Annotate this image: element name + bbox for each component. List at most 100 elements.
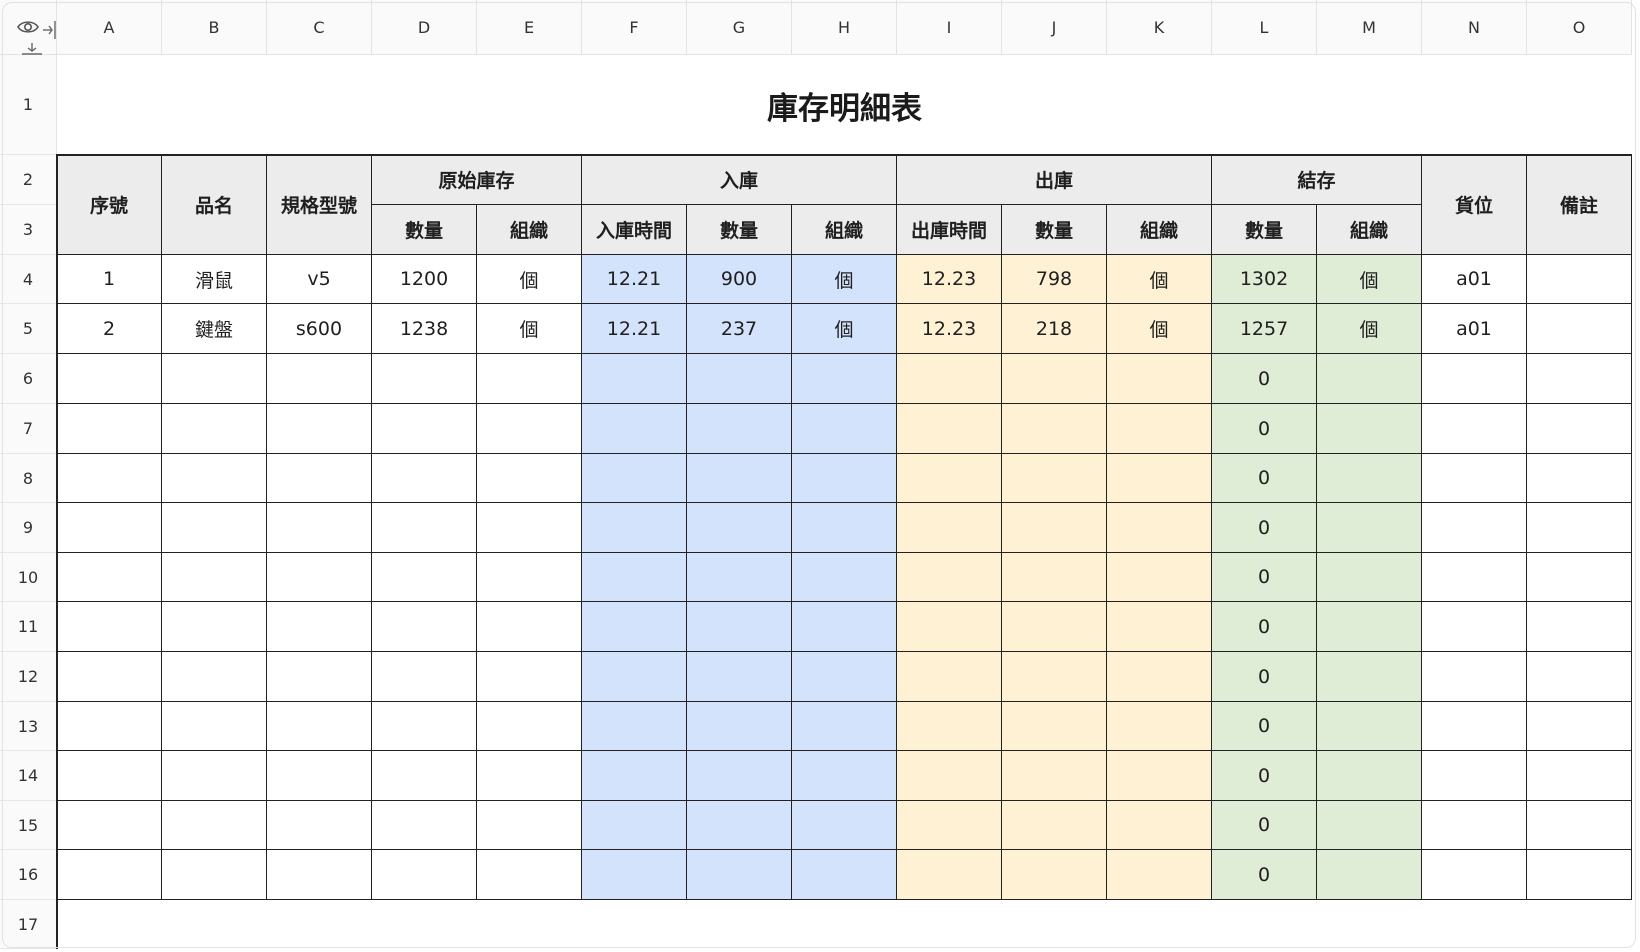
row-header-14[interactable]: 14: [0, 751, 57, 801]
cell-f14[interactable]: [582, 751, 687, 801]
subheader-original-qty[interactable]: 數量: [372, 205, 477, 255]
cell-b13[interactable]: [162, 702, 267, 751]
cell-m5[interactable]: 個: [1317, 304, 1422, 354]
cell-l9[interactable]: 0: [1212, 503, 1317, 553]
cell-a13[interactable]: [57, 702, 162, 751]
header-seq[interactable]: 序號: [57, 155, 162, 255]
cell-l11[interactable]: 0: [1212, 602, 1317, 652]
cell-o13[interactable]: [1527, 702, 1632, 751]
cell-b16[interactable]: [162, 850, 267, 900]
column-header-c[interactable]: C: [267, 0, 372, 55]
cell-b7[interactable]: [162, 404, 267, 454]
cell-j7[interactable]: [1002, 404, 1107, 454]
cell-g15[interactable]: [687, 801, 792, 850]
cell-e12[interactable]: [477, 652, 582, 702]
cell-i11[interactable]: [897, 602, 1002, 652]
cell-h7[interactable]: [792, 404, 897, 454]
cell-b9[interactable]: [162, 503, 267, 553]
cell-n8[interactable]: [1422, 454, 1527, 503]
cell-o16[interactable]: [1527, 850, 1632, 900]
sheet-corner[interactable]: [0, 0, 67, 65]
cell-d5[interactable]: 1238: [372, 304, 477, 354]
cell-f16[interactable]: [582, 850, 687, 900]
cell-g13[interactable]: [687, 702, 792, 751]
cell-l8[interactable]: 0: [1212, 454, 1317, 503]
cell-g12[interactable]: [687, 652, 792, 702]
cell-j13[interactable]: [1002, 702, 1107, 751]
subheader-out-time[interactable]: 出庫時間: [897, 205, 1002, 255]
cell-f10[interactable]: [582, 553, 687, 602]
row-header-9[interactable]: 9: [0, 503, 57, 553]
cell-d10[interactable]: [372, 553, 477, 602]
cell-n15[interactable]: [1422, 801, 1527, 850]
cell-a7[interactable]: [57, 404, 162, 454]
subheader-in-qty[interactable]: 數量: [687, 205, 792, 255]
cell-a8[interactable]: [57, 454, 162, 503]
cell-o9[interactable]: [1527, 503, 1632, 553]
subheader-balance-qty[interactable]: 數量: [1212, 205, 1317, 255]
cell-h8[interactable]: [792, 454, 897, 503]
cell-k11[interactable]: [1107, 602, 1212, 652]
cell-b6[interactable]: [162, 354, 267, 404]
cell-k6[interactable]: [1107, 354, 1212, 404]
header-location[interactable]: 貨位: [1422, 155, 1527, 255]
cell-i8[interactable]: [897, 454, 1002, 503]
cell-a11[interactable]: [57, 602, 162, 652]
cell-b12[interactable]: [162, 652, 267, 702]
cell-e6[interactable]: [477, 354, 582, 404]
cell-c16[interactable]: [267, 850, 372, 900]
cell-h12[interactable]: [792, 652, 897, 702]
header-balance[interactable]: 結存: [1212, 155, 1422, 205]
row-header-17[interactable]: 17: [0, 900, 57, 949]
cell-e15[interactable]: [477, 801, 582, 850]
row-header-11[interactable]: 11: [0, 602, 57, 652]
header-original-stock[interactable]: 原始庫存: [372, 155, 582, 205]
subheader-out-unit[interactable]: 組織: [1107, 205, 1212, 255]
cell-o5[interactable]: [1527, 304, 1632, 354]
cell-g5[interactable]: 237: [687, 304, 792, 354]
cell-k5[interactable]: 個: [1107, 304, 1212, 354]
column-header-d[interactable]: D: [372, 0, 477, 55]
cell-e8[interactable]: [477, 454, 582, 503]
cell-c13[interactable]: [267, 702, 372, 751]
cell-k12[interactable]: [1107, 652, 1212, 702]
cell-b4[interactable]: 滑鼠: [162, 255, 267, 304]
column-header-k[interactable]: K: [1107, 0, 1212, 55]
cell-l12[interactable]: 0: [1212, 652, 1317, 702]
cell-a4[interactable]: 1: [57, 255, 162, 304]
cell-h4[interactable]: 個: [792, 255, 897, 304]
column-header-i[interactable]: I: [897, 0, 1002, 55]
cell-f5[interactable]: 12.21: [582, 304, 687, 354]
cell-n11[interactable]: [1422, 602, 1527, 652]
cell-m16[interactable]: [1317, 850, 1422, 900]
cell-k14[interactable]: [1107, 751, 1212, 801]
cell-a10[interactable]: [57, 553, 162, 602]
cell-k9[interactable]: [1107, 503, 1212, 553]
column-header-f[interactable]: F: [582, 0, 687, 55]
cell-e10[interactable]: [477, 553, 582, 602]
cell-e13[interactable]: [477, 702, 582, 751]
cell-l10[interactable]: 0: [1212, 553, 1317, 602]
cell-g8[interactable]: [687, 454, 792, 503]
cell-c8[interactable]: [267, 454, 372, 503]
cell-b11[interactable]: [162, 602, 267, 652]
cell-d13[interactable]: [372, 702, 477, 751]
cell-o15[interactable]: [1527, 801, 1632, 850]
cell-j9[interactable]: [1002, 503, 1107, 553]
cell-c11[interactable]: [267, 602, 372, 652]
cell-e9[interactable]: [477, 503, 582, 553]
cell-m11[interactable]: [1317, 602, 1422, 652]
cell-j15[interactable]: [1002, 801, 1107, 850]
cell-c10[interactable]: [267, 553, 372, 602]
cell-f15[interactable]: [582, 801, 687, 850]
cell-a9[interactable]: [57, 503, 162, 553]
cell-o12[interactable]: [1527, 652, 1632, 702]
cell-e7[interactable]: [477, 404, 582, 454]
row-header-10[interactable]: 10: [0, 553, 57, 602]
cell-e16[interactable]: [477, 850, 582, 900]
subheader-in-time[interactable]: 入庫時間: [582, 205, 687, 255]
cell-g10[interactable]: [687, 553, 792, 602]
cell-m14[interactable]: [1317, 751, 1422, 801]
column-header-n[interactable]: N: [1422, 0, 1527, 55]
cell-n9[interactable]: [1422, 503, 1527, 553]
